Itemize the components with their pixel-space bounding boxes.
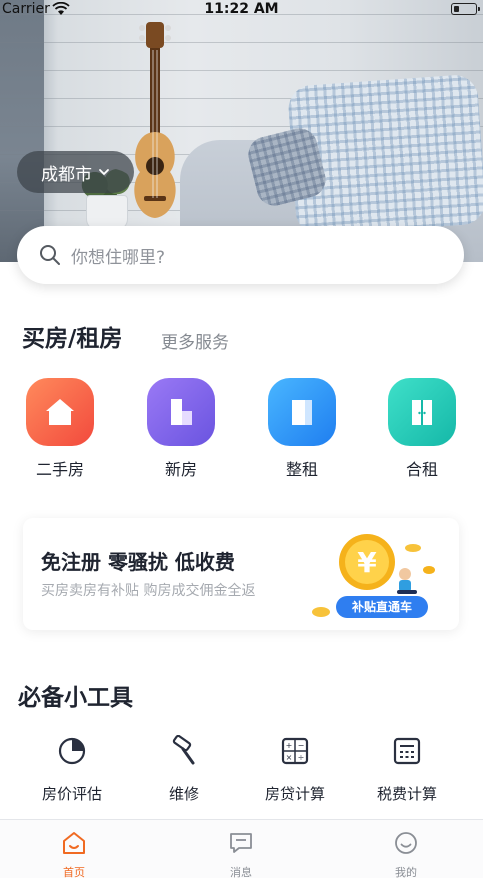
category-second-hand[interactable]: 二手房 [15, 378, 105, 480]
tool-tax-calc[interactable]: 税费计算 [359, 735, 455, 804]
promo-badge[interactable]: 补贴直通车 [336, 596, 428, 618]
tool-repair[interactable]: 维修 [136, 734, 232, 804]
buy-rent-title: 买房/租房 [22, 326, 123, 352]
promo-headline: 免注册 零骚扰 低收费 [41, 550, 235, 574]
tool-mortgage-calc[interactable]: + − × ÷ 房贷计算 [247, 735, 343, 804]
hammer-icon [172, 734, 195, 765]
home-tab-icon [63, 832, 85, 854]
category-label: 整租 [285, 460, 318, 479]
tax-calculator-icon [393, 737, 421, 765]
tab-label: 首页 [63, 866, 85, 878]
tab-home[interactable]: 首页 [34, 830, 114, 878]
status-time: 11:22 AM [204, 1, 279, 17]
tool-label: 税费计算 [376, 785, 437, 803]
category-shared-rent[interactable]: 合租 [377, 378, 467, 480]
tab-label: 我的 [395, 866, 417, 878]
city-selector[interactable]: 成都市 [17, 151, 134, 193]
tab-messages[interactable]: 消息 [201, 830, 281, 878]
pie-chart-icon [58, 737, 86, 765]
promo-subtext: 买房卖房有补贴 购房成交佣金全返 [41, 583, 256, 599]
search-bar[interactable]: 你想住哪里? [17, 226, 464, 284]
category-whole-rent[interactable]: 整租 [257, 378, 347, 480]
svg-text:×: × [286, 753, 293, 762]
category-new-home[interactable]: 新房 [136, 378, 226, 480]
calculator-icon: + − × ÷ [281, 737, 309, 765]
more-services-link[interactable]: 更多服务 [161, 328, 229, 353]
category-label: 二手房 [35, 460, 84, 479]
tab-profile[interactable]: 我的 [366, 830, 446, 878]
tab-bar: 首页 消息 我的 [0, 819, 483, 878]
hero-left-wall [0, 0, 44, 262]
apartment-icon [268, 378, 336, 446]
building-icon [147, 378, 215, 446]
svg-text:÷: ÷ [298, 753, 305, 762]
coin-symbol: ¥ [357, 546, 377, 579]
profile-icon [395, 832, 417, 854]
message-icon [230, 833, 252, 853]
battery-icon [451, 3, 480, 15]
promo-banner[interactable]: 免注册 零骚扰 低收费 买房卖房有补贴 购房成交佣金全返 ¥ 补贴直通车 [23, 518, 459, 630]
tool-label: 房贷计算 [264, 785, 325, 803]
svg-text:−: − [298, 741, 305, 750]
tools-title: 必备小工具 [18, 685, 133, 711]
tool-price-estimate[interactable]: 房价评估 [24, 735, 120, 804]
category-label: 新房 [164, 460, 197, 479]
svg-text:+: + [286, 741, 293, 750]
search-input[interactable]: 你想住哪里? [71, 243, 165, 268]
door-icon [388, 378, 456, 446]
tool-label: 维修 [168, 785, 199, 803]
tab-label: 消息 [230, 866, 252, 878]
hero-banner [0, 0, 483, 262]
city-label: 成都市 [41, 164, 92, 185]
search-icon [40, 245, 60, 265]
ukulele-image [134, 22, 176, 218]
status-bar: Carrier 11:22 AM [0, 0, 483, 20]
tools-grid: 房价评估 维修 + − × ÷ 房贷计算 税费计算 [0, 734, 483, 805]
home-icon [26, 378, 94, 446]
category-grid: 二手房 新房 整租 合租 [0, 378, 483, 488]
tool-label: 房价评估 [41, 785, 102, 803]
category-label: 合租 [405, 460, 438, 479]
chevron-down-icon [99, 169, 109, 176]
